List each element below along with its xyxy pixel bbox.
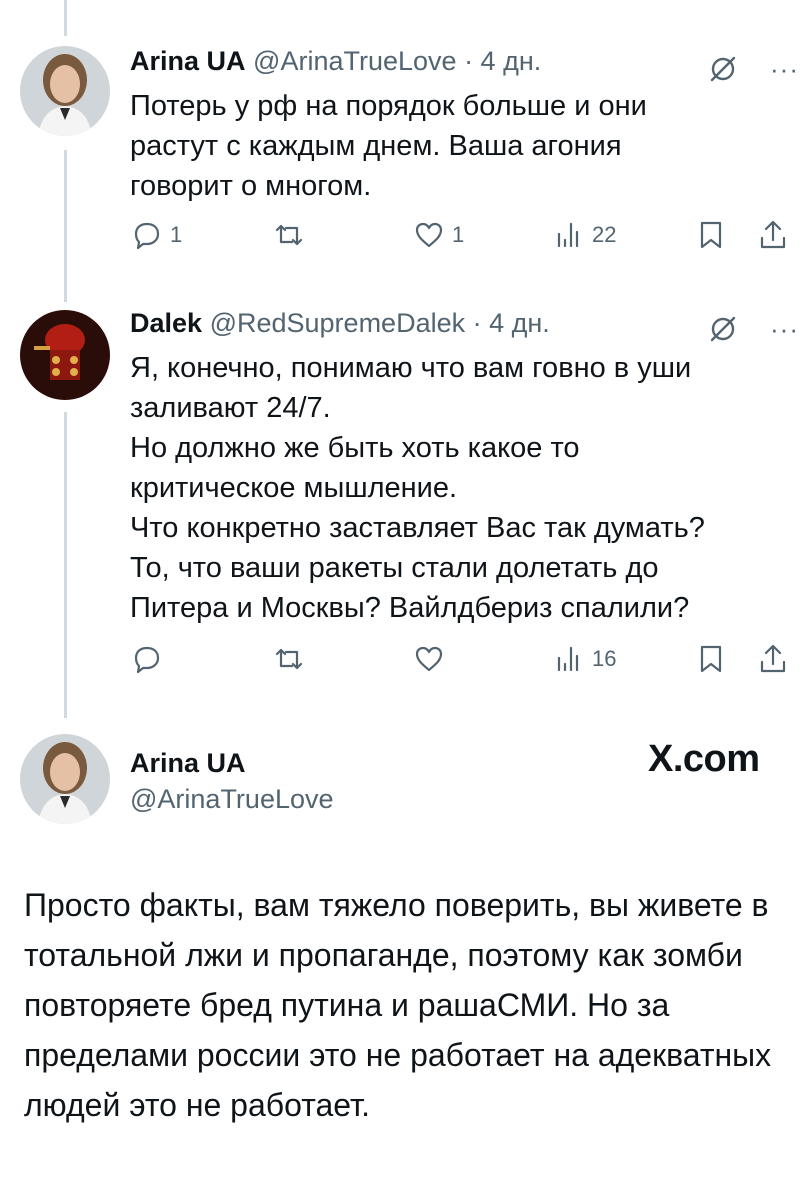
tweet-text: Я, конечно, понимаю что вам говно в уши … (130, 352, 705, 624)
avatar-image (20, 46, 110, 136)
grok-icon[interactable] (706, 312, 740, 346)
like-count: 1 (452, 222, 465, 247)
repost-icon (275, 224, 303, 246)
view-count: 22 (592, 222, 617, 247)
tweet-text: Потерь у рф на порядок больше и они раст… (130, 90, 647, 202)
timestamp[interactable]: · 4 дн. (464, 46, 541, 76)
author-name[interactable]: Dalek (130, 308, 202, 338)
main-tweet-text: Просто факты, вам тяжело поверить, вы жи… (24, 887, 772, 1123)
reply-icon (134, 646, 160, 674)
reply-icon (134, 222, 160, 250)
bookmark-button[interactable] (694, 218, 728, 252)
bookmark-icon (700, 221, 722, 249)
author-handle[interactable]: @ArinaTrueLove (253, 46, 457, 76)
tweet-top-actions: ··· (706, 52, 799, 86)
share-icon (760, 644, 786, 673)
tweet-header: Arina UA @ArinaTrueLove · 4 дн. (130, 46, 541, 77)
like-button[interactable]: 1 (412, 218, 464, 252)
avatar[interactable] (20, 310, 110, 400)
tweet-actions: 1 1 22 (0, 218, 810, 258)
views-icon (557, 646, 579, 672)
views-button[interactable]: 16 (552, 642, 616, 676)
repost-icon (275, 648, 303, 670)
thread-line (64, 0, 67, 36)
bookmark-button[interactable] (694, 642, 728, 676)
view-count: 16 (592, 646, 617, 671)
heart-icon (415, 222, 443, 248)
like-button[interactable] (412, 642, 452, 676)
tweet-header: Dalek @RedSupremeDalek · 4 дн. (130, 308, 550, 339)
author-handle[interactable]: @ArinaTrueLove (130, 784, 334, 815)
tweet-top-actions: ··· (706, 312, 799, 346)
views-icon (557, 222, 579, 248)
views-button[interactable]: 22 (552, 218, 616, 252)
x-logo: X.com (648, 738, 760, 780)
heart-icon (415, 646, 443, 672)
more-icon[interactable]: ··· (770, 56, 799, 82)
author-handle[interactable]: @RedSupremeDalek (210, 308, 466, 338)
avatar[interactable] (20, 734, 110, 824)
avatar-image (20, 310, 110, 400)
repost-button[interactable] (272, 642, 312, 676)
bookmark-icon (700, 645, 722, 673)
avatar[interactable] (20, 46, 110, 136)
more-icon[interactable]: ··· (770, 316, 799, 342)
author-name[interactable]: Arina UA (130, 46, 246, 76)
author-name[interactable]: Arina UA (130, 748, 246, 779)
timestamp[interactable]: · 4 дн. (473, 308, 550, 338)
repost-button[interactable] (272, 218, 312, 252)
grok-icon[interactable] (706, 52, 740, 86)
share-button[interactable] (756, 642, 790, 676)
share-button[interactable] (756, 218, 790, 252)
reply-button[interactable]: 1 (130, 218, 182, 252)
share-icon (760, 220, 786, 249)
tweet-actions: 16 (0, 642, 810, 682)
reply-count: 1 (170, 222, 183, 247)
reply-button[interactable] (130, 642, 170, 676)
avatar-image (20, 734, 110, 824)
